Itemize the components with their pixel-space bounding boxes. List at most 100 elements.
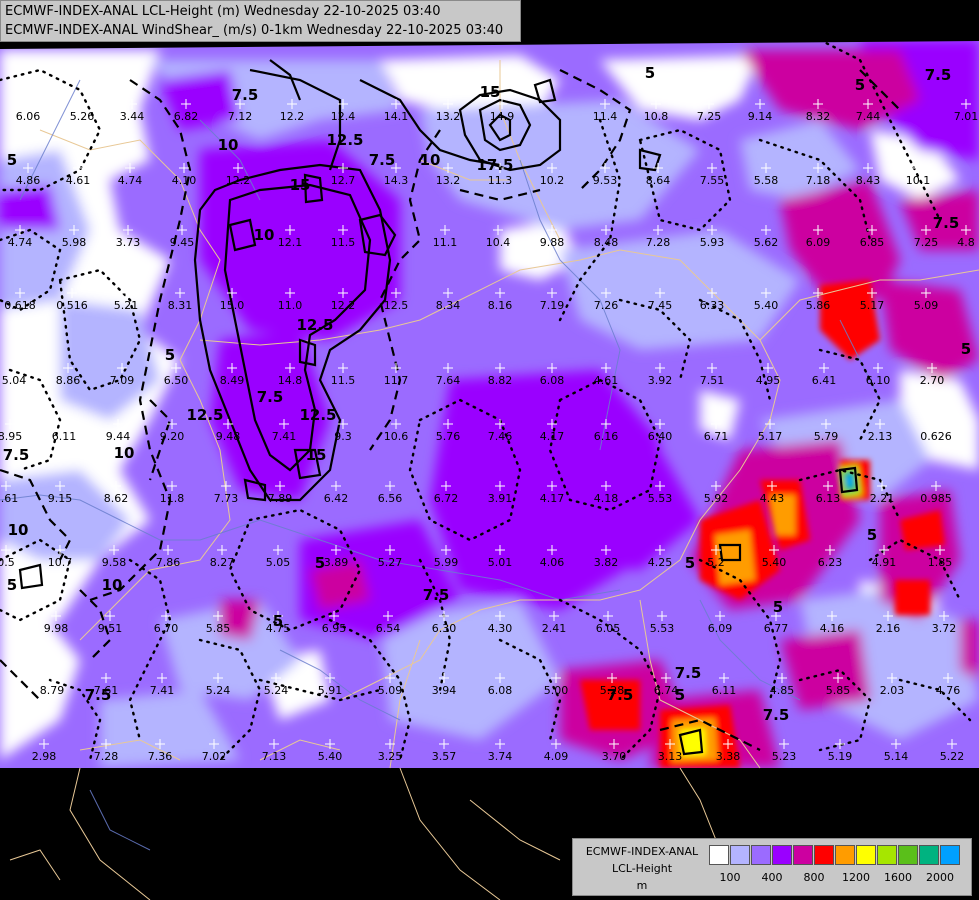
contour-label: 12.5 bbox=[299, 406, 336, 424]
value-label: 9.15 bbox=[48, 492, 73, 505]
value-label: 9.53 bbox=[593, 174, 618, 187]
value-label: 8.86 bbox=[56, 374, 81, 387]
contour-label: 15 bbox=[290, 176, 311, 194]
contour-label: 15 bbox=[480, 83, 501, 101]
value-label: 9.44 bbox=[106, 430, 131, 443]
value-label: 5.53 bbox=[648, 492, 673, 505]
value-label: 3.89 bbox=[324, 556, 349, 569]
legend-swatch bbox=[898, 845, 918, 865]
value-label: 9.98 bbox=[44, 622, 69, 635]
value-label: 6.16 bbox=[594, 430, 619, 443]
value-label: 4.86 bbox=[16, 174, 41, 187]
value-label: 2.41 bbox=[542, 622, 567, 635]
value-label: 11.5 bbox=[331, 236, 356, 249]
value-label: 6.42 bbox=[324, 492, 349, 505]
value-label: 14.1 bbox=[384, 110, 409, 123]
value-label: 5.62 bbox=[754, 236, 779, 249]
value-label: 5.79 bbox=[814, 430, 839, 443]
contour-label: 5 bbox=[855, 76, 865, 94]
contour-label: 10 bbox=[8, 521, 29, 539]
value-label: 5.22 bbox=[940, 750, 965, 763]
contour-label: 5 bbox=[645, 64, 655, 82]
legend-ticks: 100 400 800 1200 1600 2000 bbox=[709, 871, 969, 887]
value-label: 6.30 bbox=[432, 622, 457, 635]
value-label: 6.74 bbox=[654, 684, 679, 697]
value-label: 3.13 bbox=[658, 750, 683, 763]
value-label: 6.09 bbox=[806, 236, 831, 249]
value-label: 6.85 bbox=[860, 236, 885, 249]
value-label: 5.28 bbox=[600, 684, 625, 697]
contour-label: 7.5 bbox=[925, 66, 952, 84]
value-label: 0.985 bbox=[920, 492, 952, 505]
value-label: 7.01 bbox=[954, 110, 979, 123]
value-label: 6.11 bbox=[52, 430, 77, 443]
value-label: 3.73 bbox=[116, 236, 141, 249]
value-label: 4.8 bbox=[957, 236, 975, 249]
contour-label: 12.5 bbox=[296, 316, 333, 334]
value-label: 6.10 bbox=[866, 374, 891, 387]
contour-label: 7.5 bbox=[369, 151, 396, 169]
value-label: 5.99 bbox=[434, 556, 459, 569]
value-label: 8.95 bbox=[0, 430, 22, 443]
value-label: 12.1 bbox=[278, 236, 303, 249]
contour-label: 7.5 bbox=[675, 664, 702, 682]
value-label: 5.91 bbox=[318, 684, 343, 697]
contour-label: 10 bbox=[254, 226, 275, 244]
value-label: 3.74 bbox=[488, 750, 513, 763]
value-label: 4.74 bbox=[118, 174, 143, 187]
lcl-height-fill bbox=[0, 40, 979, 768]
value-label: 5.40 bbox=[754, 299, 779, 312]
value-label: 5.58 bbox=[754, 174, 779, 187]
value-label: 5.85 bbox=[206, 622, 231, 635]
value-label: 8.43 bbox=[856, 174, 881, 187]
value-label: 11.1 bbox=[433, 236, 458, 249]
title-line-lcl: ECMWF-INDEX-ANAL LCL-Height (m) Wednesda… bbox=[5, 4, 441, 19]
value-label: 7.44 bbox=[856, 110, 881, 123]
value-label: 10.4 bbox=[486, 236, 511, 249]
legend-swatch bbox=[856, 845, 876, 865]
legend-tick-label: 1200 bbox=[842, 871, 870, 884]
value-label: 6.71 bbox=[704, 430, 729, 443]
value-label: 9.14 bbox=[748, 110, 773, 123]
value-label: 3.25 bbox=[378, 750, 403, 763]
title-line-windshear: ECMWF-INDEX-ANAL WindShear_ (m/s) 0-1km … bbox=[5, 23, 504, 38]
value-label: 5.40 bbox=[762, 556, 787, 569]
value-label: 5.09 bbox=[378, 684, 403, 697]
value-label: 6.08 bbox=[488, 684, 513, 697]
value-label: 4.30 bbox=[488, 622, 513, 635]
value-label: 5.92 bbox=[704, 492, 729, 505]
contour-label: 7.5 bbox=[933, 214, 960, 232]
value-label: 9.48 bbox=[216, 430, 241, 443]
value-label: 8.16 bbox=[488, 299, 513, 312]
legend-swatch bbox=[793, 845, 813, 865]
value-label: 7.41 bbox=[150, 684, 175, 697]
legend-swatch bbox=[877, 845, 897, 865]
value-label: 3.70 bbox=[602, 750, 627, 763]
value-label: 7.51 bbox=[700, 374, 725, 387]
value-label: 0.626 bbox=[920, 430, 952, 443]
value-label: 5.26 bbox=[70, 110, 95, 123]
legend-line2: LCL-Height bbox=[611, 862, 673, 875]
contour-label: 17.5 bbox=[476, 156, 513, 174]
legend-tick-label: 400 bbox=[761, 871, 783, 884]
legend-line1: ECMWF-INDEX-ANAL bbox=[585, 845, 699, 858]
value-label: 6.09 bbox=[708, 622, 733, 635]
legend-swatch bbox=[730, 845, 750, 865]
value-label: 5.40 bbox=[318, 750, 343, 763]
title-box: ECMWF-INDEX-ANAL LCL-Height (m) Wednesda… bbox=[0, 0, 521, 42]
value-label: 9.20 bbox=[160, 430, 185, 443]
legend-tick-label: 100 bbox=[719, 871, 741, 884]
value-label: 10.7 bbox=[48, 556, 73, 569]
value-label: 3.94 bbox=[432, 684, 457, 697]
value-label: 6.11 bbox=[712, 684, 737, 697]
value-label: 4.61 bbox=[594, 374, 619, 387]
value-label: 5.01 bbox=[488, 556, 513, 569]
value-label: 4.10 bbox=[172, 174, 197, 187]
value-label: 0.618 bbox=[4, 299, 36, 312]
legend-swatch bbox=[835, 845, 855, 865]
value-label: 7.89 bbox=[268, 492, 293, 505]
value-label: 5.24 bbox=[264, 684, 289, 697]
value-label: 6.70 bbox=[154, 622, 179, 635]
value-label: 0.516 bbox=[56, 299, 88, 312]
value-label: 12.2 bbox=[280, 110, 305, 123]
